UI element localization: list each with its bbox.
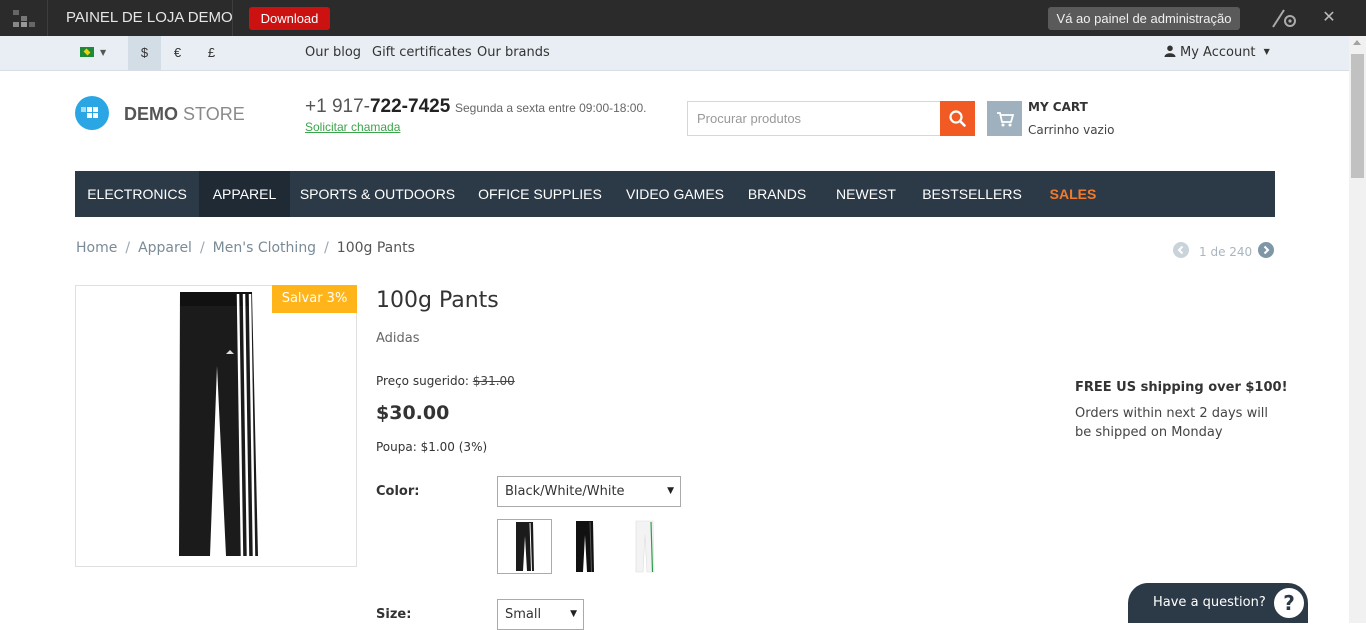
divider — [47, 0, 48, 36]
color-swatch-black-black[interactable] — [557, 519, 612, 574]
nav-sales[interactable]: SALES — [1031, 171, 1115, 217]
product-pager-text: 1 de 240 — [1199, 245, 1253, 259]
breadcrumb-separator: / — [199, 240, 205, 256]
business-hours: Segunda a sexta entre 09:00-18:00. — [455, 101, 647, 115]
product-main-image[interactable] — [75, 285, 357, 567]
list-price-value: $31.00 — [472, 374, 515, 388]
breadcrumb-current: 100g Pants — [336, 240, 415, 256]
admin-store-title: PAINEL DE LOJA DEMO — [66, 9, 233, 26]
color-swatch-black-white[interactable] — [497, 519, 552, 574]
currency-eur[interactable]: € — [161, 36, 194, 70]
admin-panel-button[interactable]: Vá ao painel de administração — [1048, 7, 1240, 30]
phone-main: 722-7425 — [369, 96, 451, 117]
my-account-label: My Account — [1180, 45, 1256, 60]
color-swatch-white-green[interactable] — [617, 519, 672, 574]
link-our-brands[interactable]: Our brands — [477, 45, 550, 60]
phone-number: +1 917-722-7425 — [305, 96, 450, 118]
breadcrumb-mens-clothing[interactable]: Men's Clothing — [213, 240, 316, 256]
color-select-value: Black/White/White — [505, 484, 625, 499]
download-button[interactable]: Download — [249, 7, 330, 30]
breadcrumb-separator: / — [125, 240, 131, 256]
store-name-light: STORE — [183, 104, 245, 124]
cart-status: Carrinho vazio — [1028, 123, 1115, 137]
next-product-button[interactable] — [1258, 242, 1274, 258]
my-account-menu[interactable]: My Account ▼ — [1164, 45, 1270, 60]
size-select[interactable]: Small ▼ — [497, 599, 584, 630]
chevron-left-icon — [1177, 245, 1184, 255]
breadcrumb-home[interactable]: Home — [76, 240, 117, 256]
shipping-text: Orders within next 2 days will be shippe… — [1075, 406, 1269, 440]
nav-newest[interactable]: NEWEST — [819, 171, 913, 217]
nav-office-supplies[interactable]: OFFICE SUPPLIES — [465, 171, 615, 217]
phone-prefix: +1 917- — [305, 96, 370, 117]
currency-gbp[interactable]: £ — [195, 36, 228, 70]
brazil-flag-icon[interactable] — [80, 47, 94, 57]
nav-bestsellers[interactable]: BESTSELLERS — [913, 171, 1031, 217]
have-a-question-label: Have a question? — [1153, 595, 1266, 610]
cart-title[interactable]: MY CART — [1028, 100, 1088, 114]
request-call-link[interactable]: Solicitar chamada — [305, 120, 400, 134]
close-icon[interactable]: ✕ — [1320, 7, 1338, 27]
chevron-down-icon: ▼ — [1263, 47, 1270, 56]
product-price: $30.00 — [376, 402, 450, 424]
divider — [232, 0, 233, 36]
color-label: Color: — [376, 484, 420, 499]
grid-logo-icon[interactable] — [12, 9, 36, 29]
product-brand[interactable]: Adidas — [376, 331, 420, 346]
savings-text: Poupa: $1.00 (3%) — [376, 440, 488, 454]
currency-usd[interactable]: $ — [128, 36, 161, 70]
nav-brands[interactable]: BRANDS — [735, 171, 819, 217]
pants-thumbnail — [516, 522, 534, 572]
shipping-title: FREE US shipping over $100! — [1075, 380, 1288, 395]
size-select-value: Small — [505, 607, 542, 622]
size-label: Size: — [376, 607, 412, 622]
breadcrumb: Home / Apparel / Men's Clothing / 100g Pants — [76, 240, 415, 256]
store-name-bold: DEMO — [124, 104, 178, 124]
search-button[interactable] — [940, 101, 975, 136]
cart-icon — [997, 112, 1015, 127]
cart-button[interactable] — [987, 101, 1022, 136]
main-nav: ELECTRONICS APPAREL SPORTS & OUTDOORS OF… — [75, 171, 1275, 217]
chevron-right-icon — [1263, 245, 1270, 255]
save-badge: Salvar 3% — [272, 285, 357, 313]
link-our-blog[interactable]: Our blog — [305, 45, 361, 60]
nav-video-games[interactable]: VIDEO GAMES — [615, 171, 735, 217]
breadcrumb-apparel[interactable]: Apparel — [138, 240, 192, 256]
settings-icon[interactable] — [1270, 7, 1300, 29]
scrollbar-thumb[interactable] — [1351, 54, 1364, 178]
nav-apparel[interactable]: APPAREL — [199, 171, 290, 217]
pants-thumbnail — [576, 521, 594, 573]
chevron-down-icon: ▼ — [570, 609, 577, 619]
color-select[interactable]: Black/White/White ▼ — [497, 476, 681, 507]
pants-image — [179, 292, 258, 559]
chevron-down-icon: ▼ — [667, 486, 674, 496]
pants-thumbnail — [635, 520, 655, 573]
nav-sports-outdoors[interactable]: SPORTS & OUTDOORS — [290, 171, 465, 217]
previous-product-button[interactable] — [1173, 242, 1189, 258]
search-icon — [949, 110, 966, 127]
question-icon[interactable]: ? — [1272, 586, 1306, 620]
user-icon — [1164, 45, 1176, 57]
chevron-down-icon[interactable]: ▼ — [100, 48, 106, 57]
list-price: Preço sugerido: $31.00 — [376, 374, 515, 388]
list-price-label: Preço sugerido: — [376, 374, 469, 388]
breadcrumb-separator: / — [324, 240, 329, 256]
product-title: 100g Pants — [376, 288, 499, 313]
store-logo-icon[interactable] — [75, 96, 109, 130]
store-name[interactable]: DEMO STORE — [124, 104, 245, 125]
link-gift-certificates[interactable]: Gift certificates — [372, 45, 472, 60]
search-input[interactable]: Procurar produtos — [687, 101, 940, 136]
scroll-up-arrow-icon[interactable] — [1353, 40, 1361, 45]
nav-electronics[interactable]: ELECTRONICS — [75, 171, 199, 217]
